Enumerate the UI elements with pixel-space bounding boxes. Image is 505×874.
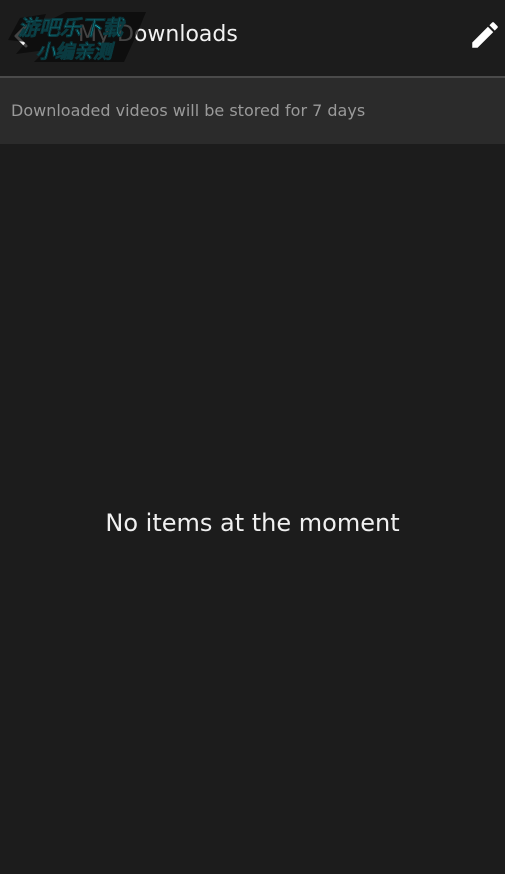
downloads-screen: My Downloads Downloaded videos will be s… (0, 0, 505, 874)
chevron-left-icon (14, 24, 28, 48)
empty-state-message: No items at the moment (105, 509, 400, 537)
page-title: My Downloads (78, 22, 238, 47)
top-bar: My Downloads (0, 0, 505, 76)
retention-info-bar: Downloaded videos will be stored for 7 d… (0, 78, 505, 144)
back-button[interactable] (4, 18, 40, 54)
pencil-icon (472, 22, 498, 48)
edit-button[interactable] (466, 16, 504, 54)
retention-info-text: Downloaded videos will be stored for 7 d… (11, 101, 366, 120)
